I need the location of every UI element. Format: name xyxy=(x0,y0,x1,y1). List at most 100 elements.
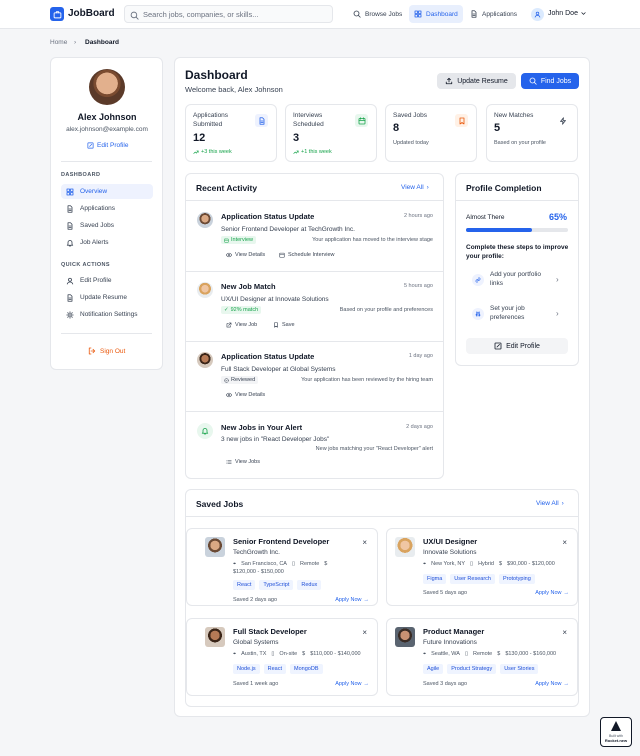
list-icon xyxy=(226,460,232,464)
bell-icon xyxy=(197,423,213,439)
welcome-text: Welcome back, Alex Johnson xyxy=(185,85,283,94)
activity-item[interactable]: Application Status Update 2 hours ago Se… xyxy=(186,212,443,267)
quick-action-edit-profile[interactable]: Edit Profile xyxy=(61,273,153,288)
chevron-right-icon: › xyxy=(556,309,559,318)
completion-percent: 65% xyxy=(549,212,568,222)
completion-title: Profile Completion xyxy=(466,183,542,193)
close-icon[interactable]: × xyxy=(562,538,567,547)
view-job-button[interactable]: View Job xyxy=(226,322,257,328)
edit-icon xyxy=(87,142,94,149)
sign-out-button[interactable]: Sign Out xyxy=(88,347,125,355)
search-icon xyxy=(529,77,537,85)
skill-tag: React xyxy=(263,664,287,674)
activity-item[interactable]: Application Status Update 1 day ago Full… xyxy=(186,352,443,407)
gear-icon xyxy=(66,310,74,319)
close-icon[interactable]: × xyxy=(562,628,567,637)
view-details-button[interactable]: View Details xyxy=(226,392,265,398)
bookmark-icon xyxy=(455,114,468,127)
job-title: Product Manager xyxy=(423,627,485,636)
apply-now-link[interactable]: Apply Now → xyxy=(335,597,369,603)
activity-time: 1 day ago xyxy=(408,353,433,359)
company-logo xyxy=(205,627,225,647)
job-card[interactable]: Product Manager Future Innovations ⌖ Seat… xyxy=(386,618,578,696)
job-card[interactable]: Senior Frontend Developer TechGrowth Inc… xyxy=(186,528,378,606)
nav-applications[interactable]: Applications xyxy=(465,5,522,23)
completion-edit-profile-button[interactable]: Edit Profile xyxy=(466,338,568,354)
search-placeholder: Search jobs, companies, or skills... xyxy=(143,10,259,19)
activity-time: 5 hours ago xyxy=(403,283,433,289)
sidebar-item-saved-jobs[interactable]: Saved Jobs xyxy=(61,218,153,233)
user-name[interactable]: John Doe xyxy=(548,10,578,17)
edit-profile-link[interactable]: Edit Profile xyxy=(87,142,128,149)
apply-now-link[interactable]: Apply Now → xyxy=(335,681,369,687)
sidebar-item-overview[interactable]: Overview xyxy=(61,184,153,199)
logo-icon[interactable] xyxy=(50,7,64,21)
breadcrumb-home[interactable]: Home xyxy=(50,39,67,46)
progress-track xyxy=(466,228,568,232)
skill-tag: React xyxy=(233,580,256,590)
step-add-portfolio[interactable]: Add your portfolio links › xyxy=(466,266,568,294)
sidebar-item-applications[interactable]: Applications xyxy=(61,201,153,216)
job-location: San Francisco, CA xyxy=(241,561,287,567)
user-avatar-icon[interactable] xyxy=(531,8,544,21)
activity-desc: Full Stack Developer at Global Systems xyxy=(221,366,336,373)
save-button[interactable]: Save xyxy=(273,322,295,328)
divider xyxy=(186,411,443,412)
job-card[interactable]: Full Stack Developer Global Systems ⌖ Aus… xyxy=(186,618,378,696)
update-resume-label: Update Resume xyxy=(457,77,508,85)
quick-action-notification-settings[interactable]: Notification Settings xyxy=(61,307,153,322)
activity-item-title: New Jobs in Your Alert xyxy=(221,423,303,432)
stat-card-new-matches[interactable]: New Matches 5 Based on your profile xyxy=(486,104,578,162)
sidebar-item-job-alerts[interactable]: Job Alerts xyxy=(61,235,153,250)
eye-icon xyxy=(226,252,232,258)
schedule-interview-button[interactable]: Schedule Interview xyxy=(279,252,334,258)
match-badge: ✓ 92% match xyxy=(221,306,262,314)
stat-value: 3 xyxy=(293,132,300,144)
sign-out-icon xyxy=(88,347,96,355)
stat-card-saved-jobs[interactable]: Saved Jobs 8 Updated today xyxy=(385,104,477,162)
nav-dashboard[interactable]: Dashboard xyxy=(409,5,463,23)
stat-sub-text: +1 this week xyxy=(301,149,332,155)
apply-now-link[interactable]: Apply Now → xyxy=(535,590,569,596)
search-input[interactable]: Search jobs, companies, or skills... xyxy=(124,5,333,23)
built-with-badge[interactable]: Built with Rocket.new xyxy=(600,717,632,747)
view-details-button[interactable]: View Details xyxy=(226,252,265,258)
activity-item[interactable]: New Job Match 5 hours ago UX/UI Designer… xyxy=(186,282,443,337)
stat-card-applications[interactable]: Applications Submitted 12 +3 this week xyxy=(185,104,277,162)
status-badge: Interview xyxy=(221,236,257,244)
quick-action-label: Update Resume xyxy=(80,294,127,301)
match-badge-label: 92% match xyxy=(230,307,259,313)
close-icon[interactable]: × xyxy=(362,628,367,637)
apply-now-link[interactable]: Apply Now → xyxy=(535,681,569,687)
bell-icon xyxy=(66,239,74,246)
apply-label: Apply Now xyxy=(535,590,562,596)
location-pin-icon: ⌖ xyxy=(233,651,237,657)
update-resume-button[interactable]: Update Resume xyxy=(437,73,516,89)
chevron-down-icon[interactable] xyxy=(580,10,587,17)
quick-action-update-resume[interactable]: Update Resume xyxy=(61,290,153,305)
activity-item-title: Application Status Update xyxy=(221,212,315,221)
job-location: New York, NY xyxy=(431,561,466,567)
edit-icon xyxy=(494,342,502,350)
bookmark-icon xyxy=(274,322,278,328)
nav-browse-jobs[interactable]: Browse Jobs xyxy=(348,5,407,23)
location-pin-icon: ⌖ xyxy=(423,651,427,657)
stat-sub: +1 this week xyxy=(293,149,332,155)
activity-view-all-link[interactable]: View All › xyxy=(401,184,429,191)
divider xyxy=(456,200,578,201)
logo-text[interactable]: JobBoard xyxy=(68,8,115,19)
activity-item[interactable]: New Jobs in Your Alert 2 days ago 3 new … xyxy=(186,423,443,468)
stat-card-interviews[interactable]: Interviews Scheduled 3 +1 this week xyxy=(285,104,377,162)
step-set-preferences[interactable]: Set your job preferences › xyxy=(466,300,568,328)
view-jobs-button[interactable]: View Jobs xyxy=(226,459,260,465)
completion-label: Almost There xyxy=(466,214,505,221)
activity-title: Recent Activity xyxy=(196,183,258,193)
close-icon[interactable]: × xyxy=(362,538,367,547)
job-card[interactable]: UX/UI Designer Innovate Solutions ⌖ New Y… xyxy=(386,528,578,606)
saved-view-all-link[interactable]: View All › xyxy=(536,500,564,507)
find-jobs-button[interactable]: Find Jobs xyxy=(521,73,579,89)
job-company: Innovate Solutions xyxy=(423,549,477,556)
company-logo xyxy=(205,537,225,557)
completion-steps-title: Complete these steps to improve your pro… xyxy=(466,244,569,260)
job-company: TechGrowth Inc. xyxy=(233,549,280,556)
